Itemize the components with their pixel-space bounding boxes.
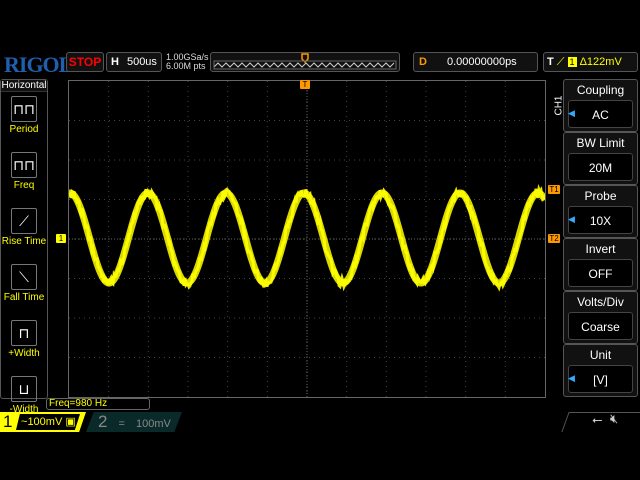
title: BW Limit	[564, 133, 637, 153]
arrow-left-icon: ◀	[568, 108, 575, 119]
channel-1-status[interactable]: 1 ~100mV ▣	[0, 412, 86, 432]
arrow-left-icon: ◀	[568, 373, 575, 384]
horizontal-timebase[interactable]: H 500us	[106, 52, 162, 72]
trigger-level-marker-t2[interactable]: T2	[548, 234, 560, 243]
waveform-display	[69, 81, 545, 397]
channel-2-status[interactable]: 2 = 100mV	[86, 412, 182, 432]
label: +Width	[1, 348, 47, 359]
title: Volts/Div	[564, 292, 637, 312]
memory-overview	[210, 52, 400, 72]
title: Invert	[564, 239, 637, 259]
arrow-left-icon: ◀	[568, 214, 575, 225]
volts-div-softkey[interactable]: Volts/Div Coarse	[563, 291, 638, 344]
minus-width-icon: ⊔	[11, 376, 37, 402]
invert-softkey[interactable]: Invert OFF	[563, 238, 638, 291]
rising-edge-icon: ⟋	[557, 56, 565, 68]
value: OFF	[568, 259, 633, 287]
acquisition-info: 1.00GSa/s 6.00M pts	[166, 53, 209, 71]
channel-scale: 100mV	[27, 416, 62, 428]
title: Unit	[564, 345, 637, 365]
fall-time-icon: ⟍	[11, 264, 37, 290]
ch1-offset-marker[interactable]: 1	[56, 234, 66, 243]
delay-value: 0.00000000ps	[447, 56, 517, 68]
label: Fall Time	[1, 292, 47, 303]
run-stop-status[interactable]: STOP	[66, 52, 104, 72]
trigger-level: Δ122mV	[580, 56, 622, 68]
value: 10X	[568, 206, 633, 234]
usb-icon: ⭠	[592, 412, 602, 428]
period-icon: ⊓⊓	[11, 96, 37, 122]
bw-limit-icon: ▣	[65, 416, 75, 428]
probe-softkey[interactable]: Probe 10X ◀	[563, 185, 638, 238]
h-label: H	[111, 56, 119, 68]
plus-width-icon: ⊓	[11, 320, 37, 346]
mute-icon[interactable]: 🔇︎	[610, 411, 618, 427]
measure-plus-width[interactable]: ⊓ +Width	[1, 320, 47, 372]
label: Rise Time	[1, 236, 47, 247]
memory-waveform-icon	[211, 53, 399, 71]
coupling-softkey[interactable]: Coupling AC ◀	[563, 79, 638, 132]
value: Coarse	[568, 312, 633, 340]
label: Period	[1, 124, 47, 135]
coupling-icon: =	[119, 418, 125, 430]
title: Probe	[564, 186, 637, 206]
timebase-value: 500us	[127, 56, 157, 68]
value: 20M	[568, 153, 633, 181]
menu-title: Horizontal	[1, 80, 47, 92]
measure-freq[interactable]: ⊓⊓ Freq	[1, 152, 47, 204]
rigol-logo: RIGOL	[4, 52, 72, 78]
unit-softkey[interactable]: Unit [V] ◀	[563, 344, 638, 397]
title: Coupling	[564, 80, 637, 100]
value: [V]	[568, 365, 633, 393]
channel-menu: Coupling AC ◀ BW Limit 20M Probe 10X ◀ Invert…	[563, 79, 638, 397]
delay-box[interactable]: D 0.00000000ps	[413, 52, 538, 72]
rise-time-icon: ⟋	[11, 208, 37, 234]
channel-number: 1	[3, 412, 12, 431]
channel-number: 2	[98, 412, 107, 431]
channel-scale: 100mV	[136, 418, 171, 430]
measure-rise-time[interactable]: ⟋ Rise Time	[1, 208, 47, 260]
label: Freq	[1, 180, 47, 191]
d-label: D	[419, 56, 427, 68]
trigger-level-marker-t1[interactable]: T1	[548, 185, 560, 194]
frequency-measurement: Freq=980 Hz	[46, 398, 150, 410]
t-label: T	[547, 56, 554, 68]
trigger-box[interactable]: T ⟋ 1 Δ122mV	[543, 52, 638, 72]
value: AC	[568, 100, 633, 128]
trigger-position-marker[interactable]: T	[300, 80, 310, 89]
trigger-source: 1	[568, 57, 577, 67]
bw-limit-softkey[interactable]: BW Limit 20M	[563, 132, 638, 185]
freq-icon: ⊓⊓	[11, 152, 37, 178]
waveform-grid[interactable]	[68, 80, 546, 398]
memory-depth: 6.00M pts	[166, 62, 209, 71]
measure-fall-time[interactable]: ⟍ Fall Time	[1, 264, 47, 316]
measure-period[interactable]: ⊓⊓ Period	[1, 96, 47, 148]
horizontal-measure-menu: Horizontal ⊓⊓ Period ⊓⊓ Freq ⟋ Rise Time ⟍ F…	[0, 79, 48, 399]
